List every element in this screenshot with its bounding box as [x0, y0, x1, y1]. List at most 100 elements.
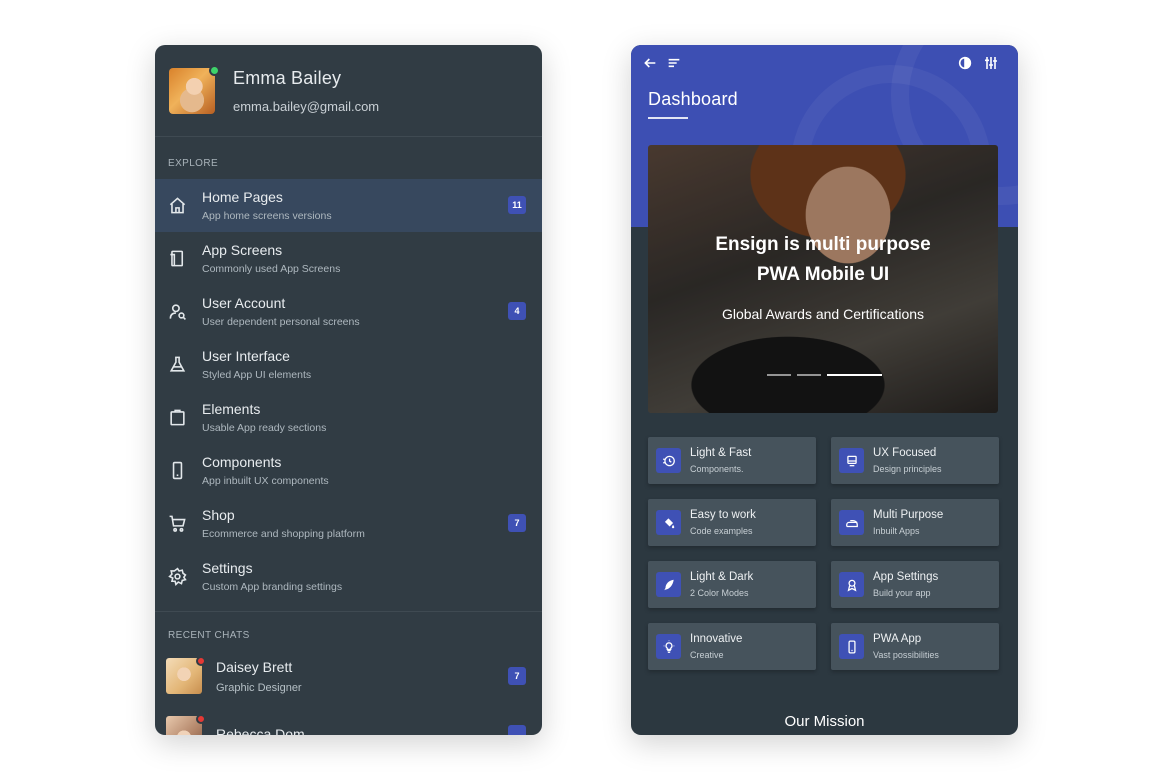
sidebar-item-text: Shop Ecommerce and shopping platform	[202, 507, 365, 540]
status-dot	[196, 714, 206, 724]
feature-card-easy-to-work[interactable]: Easy to work Code examples	[648, 499, 816, 546]
sidebar-item-title: Home Pages	[202, 189, 283, 205]
carousel-dot-active[interactable]	[827, 374, 882, 376]
count-badge: 4	[508, 302, 526, 320]
feature-text: UX Focused Design principles	[873, 447, 942, 474]
theme-contrast-icon[interactable]	[957, 55, 973, 71]
sidebar-item-text: Home Pages App home screens versions	[202, 189, 332, 222]
carousel-dot[interactable]	[767, 374, 791, 376]
sidebar-item-app-screens[interactable]: App Screens Commonly used App Screens	[155, 232, 542, 285]
cart-icon	[167, 514, 187, 534]
chat-role: Graphic Designer	[216, 681, 302, 694]
flask-icon	[167, 355, 187, 375]
sidebar-item-title: Elements	[202, 401, 261, 417]
sliders-icon[interactable]	[983, 55, 999, 71]
sidebar-item-settings[interactable]: Settings Custom App branding settings	[155, 550, 542, 603]
sidebar-item-components[interactable]: Components App inbuilt UX components	[155, 444, 542, 497]
sidebar-item-text: User Interface Styled App UI elements	[202, 348, 311, 381]
carousel-dot[interactable]	[797, 374, 821, 376]
sidebar-item-subtitle: Styled App UI elements	[202, 369, 312, 381]
feature-title: UX Focused	[873, 447, 937, 459]
feature-card-app-settings[interactable]: App Settings Build your app	[831, 561, 999, 608]
sidebar-item-subtitle: Ecommerce and shopping platform	[202, 528, 365, 540]
feature-card-innovative[interactable]: Innovative Creative	[648, 623, 816, 670]
back-arrow-icon[interactable]	[642, 55, 658, 71]
sidebar-item-user-account[interactable]: User Account User dependent personal scr…	[155, 285, 542, 338]
feature-card-light-fast[interactable]: Light & Fast Components.	[648, 437, 816, 484]
feature-grid: Light & Fast Components. UX Focused Desi…	[648, 437, 999, 670]
feature-text: App Settings Build your app	[873, 571, 938, 598]
chat-item-rebecca-dom[interactable]: Rebecca Dom	[155, 705, 542, 735]
chat-item-daisey-brett[interactable]: Daisey Brett Graphic Designer 7	[155, 647, 542, 705]
profile-header[interactable]: Emma Bailey emma.bailey@gmail.com	[155, 45, 542, 137]
avatar	[166, 714, 206, 735]
feature-card-pwa-app[interactable]: PWA App Vast possibilities	[831, 623, 999, 670]
profile-info: Emma Bailey emma.bailey@gmail.com	[233, 68, 379, 114]
avatar[interactable]	[169, 64, 220, 114]
title-underline	[648, 117, 688, 119]
sidebar-item-user-interface[interactable]: User Interface Styled App UI elements	[155, 338, 542, 391]
home-icon	[167, 196, 187, 216]
feather-icon	[656, 572, 681, 597]
sidebar-phone: Emma Bailey emma.bailey@gmail.com EXPLOR…	[155, 45, 542, 735]
feature-text: Light & Fast Components.	[690, 447, 751, 474]
profile-name: Emma Bailey	[233, 67, 342, 88]
banner-headline-line2: PWA Mobile UI	[756, 264, 890, 285]
sidebar-item-home-pages[interactable]: Home Pages App home screens versions 11	[155, 179, 542, 232]
chat-text: Daisey Brett Graphic Designer	[216, 659, 302, 694]
sidebar-item-subtitle: User dependent personal screens	[202, 316, 360, 328]
sidebar-item-shop[interactable]: Shop Ecommerce and shopping platform 7	[155, 497, 542, 550]
feature-card-ux-focused[interactable]: UX Focused Design principles	[831, 437, 999, 484]
lightbulb-icon	[656, 634, 681, 659]
sidebar-item-title: Shop	[202, 507, 235, 523]
feature-subtitle: Creative	[690, 650, 724, 660]
feature-subtitle: Inbuilt Apps	[873, 526, 920, 536]
sidebar-item-text: App Screens Commonly used App Screens	[202, 242, 340, 275]
recent-chats-title: RECENT CHATS	[168, 630, 250, 641]
feature-title: Innovative	[690, 633, 743, 645]
sidebar-item-title: Settings	[202, 560, 253, 576]
hero-banner[interactable]: Ensign is multi purpose PWA Mobile UI Gl…	[648, 145, 998, 413]
banner-headline-line1: Ensign is multi purpose	[715, 234, 931, 255]
feature-title: Light & Fast	[690, 447, 752, 459]
monitor-icon	[839, 448, 864, 473]
chat-text: Rebecca Dom	[216, 726, 305, 735]
feature-subtitle: Vast possibilities	[873, 650, 939, 660]
chat-name: Daisey Brett	[216, 658, 293, 675]
feature-card-light-dark[interactable]: Light & Dark 2 Color Modes	[648, 561, 816, 608]
sidebar-item-title: App Screens	[202, 242, 283, 258]
feature-subtitle: Build your app	[873, 588, 931, 598]
dashboard-phone: Dashboard Ensign is multi purpose PWA Mo…	[631, 45, 1018, 735]
sidebar-item-text: User Account User dependent personal scr…	[202, 295, 360, 328]
feature-subtitle: Code examples	[690, 526, 753, 536]
feature-text: PWA App Vast possibilities	[873, 633, 939, 660]
user-search-icon	[167, 302, 187, 322]
sidebar-item-subtitle: App home screens versions	[202, 210, 332, 222]
explore-section-title: EXPLORE	[168, 158, 219, 169]
recent-chats-list: Daisey Brett Graphic Designer 7 Rebecca …	[155, 647, 542, 735]
sidebar-item-subtitle: App inbuilt UX components	[202, 475, 329, 487]
carousel-indicators	[767, 374, 882, 376]
count-badge: 11	[508, 196, 526, 214]
section-divider	[155, 611, 542, 612]
menu-sort-icon[interactable]	[666, 55, 682, 71]
speed-clock-icon	[656, 448, 681, 473]
count-badge: 7	[508, 514, 526, 532]
avatar-image	[169, 67, 215, 114]
feature-subtitle: Design principles	[873, 464, 942, 474]
count-badge	[508, 725, 526, 735]
sidebar-item-elements[interactable]: Elements Usable App ready sections	[155, 391, 542, 444]
gear-icon	[167, 567, 187, 587]
feature-card-multi-purpose[interactable]: Multi Purpose Inbuilt Apps	[831, 499, 999, 546]
paint-bucket-icon	[656, 510, 681, 535]
mission-heading: Our Mission	[784, 713, 865, 730]
chat-name: Rebecca Dom	[216, 726, 305, 735]
feature-subtitle: 2 Color Modes	[690, 588, 749, 598]
feature-title: Easy to work	[690, 509, 756, 521]
online-status-dot	[209, 64, 220, 76]
feature-text: Easy to work Code examples	[690, 509, 756, 536]
sidebar-item-subtitle: Custom App branding settings	[202, 581, 343, 593]
sidebar-item-subtitle: Commonly used App Screens	[202, 263, 341, 275]
sidebar-item-text: Settings Custom App branding settings	[202, 560, 342, 593]
iron-icon	[839, 510, 864, 535]
